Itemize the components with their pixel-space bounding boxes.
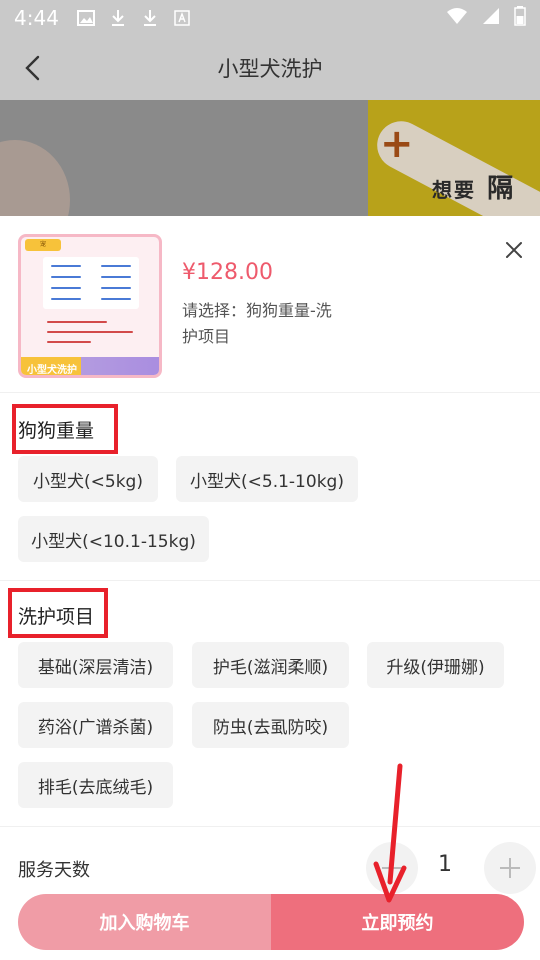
care-option-6[interactable]: 排毛(去底绒毛) [18, 762, 173, 808]
divider [0, 392, 540, 393]
action-bar: 加入购物车 立即预约 [18, 894, 524, 950]
brand-logo: 宠 [25, 239, 61, 251]
highlight-box-2 [8, 588, 108, 638]
care-option-1[interactable]: 基础(深层清洁) [18, 642, 173, 688]
app-header: 小型犬洗护 [0, 36, 540, 100]
plus-icon [500, 858, 520, 878]
weight-option-2[interactable]: 小型犬(<5.1-10kg) [176, 456, 358, 502]
page-title: 小型犬洗护 [217, 57, 323, 81]
divider [0, 826, 540, 827]
banner-decoration [0, 140, 70, 216]
battery-icon [514, 6, 526, 30]
signal-icon [482, 7, 500, 29]
increase-button[interactable] [484, 842, 536, 894]
selection-hint: 请选择：狗狗重量-洗护项目 [182, 301, 332, 346]
highlight-box [12, 404, 118, 454]
weight-option-1[interactable]: 小型犬(<5kg) [18, 456, 158, 502]
promo-banner: + 想要 隔 [0, 100, 540, 216]
font-a-icon [173, 9, 191, 27]
thumbnail-tag: 小型犬洗护 [21, 357, 159, 375]
thumbnail-note [47, 319, 137, 349]
download-icon [109, 9, 127, 27]
sku-selector-sheet: 宠 小型犬洗护 ¥128.00 请选择：狗狗重量-洗护项目 狗狗重量 小型犬(<… [0, 216, 540, 960]
download-icon-2 [141, 9, 159, 27]
divider [0, 580, 540, 581]
care-option-3[interactable]: 升级(伊珊娜) [367, 642, 504, 688]
banner-text: 想要 隔 [432, 174, 516, 204]
close-icon[interactable] [502, 238, 526, 262]
image-icon [76, 9, 95, 27]
annotation-arrow-icon [373, 763, 407, 903]
status-bar: 4:44 [0, 0, 540, 36]
add-to-cart-button[interactable]: 加入购物车 [18, 894, 271, 950]
back-arrow-icon[interactable] [20, 54, 48, 82]
care-option-5[interactable]: 防虫(去虱防咬) [192, 702, 349, 748]
wifi-icon [446, 7, 468, 29]
status-time: 4:44 [14, 6, 59, 30]
product-price: ¥128.00 [182, 260, 273, 285]
quantity-value: 1 [438, 852, 452, 877]
care-option-2[interactable]: 护毛(滋润柔顺) [192, 642, 349, 688]
care-option-4[interactable]: 药浴(广谱杀菌) [18, 702, 173, 748]
weight-option-3[interactable]: 小型犬(<10.1-15kg) [18, 516, 209, 562]
plus-icon: + [380, 121, 414, 167]
service-days-label: 服务天数 [18, 860, 90, 881]
product-thumbnail: 宠 小型犬洗护 [18, 234, 162, 378]
